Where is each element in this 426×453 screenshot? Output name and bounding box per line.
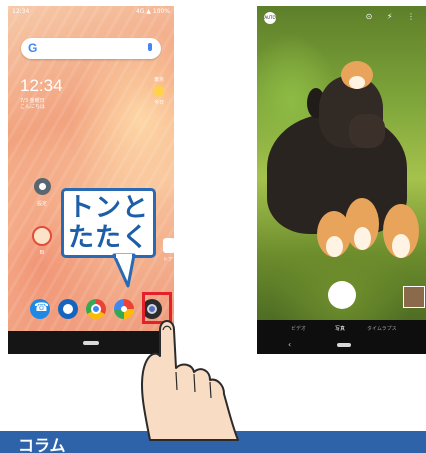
face-icon xyxy=(32,226,52,246)
navigation-bar xyxy=(8,331,174,354)
camera-highlight-box xyxy=(142,292,172,324)
camera-top-bar: AUTO ⊙ ⚡ ⋮ xyxy=(257,6,426,28)
store-label: トア xyxy=(163,257,174,263)
photos-icon[interactable] xyxy=(114,299,134,319)
clock-widget-date: 7/3 金曜日 こんにちは xyxy=(20,98,45,110)
google-search-bar[interactable]: G xyxy=(21,38,161,59)
weather-day: 今日 xyxy=(153,100,164,106)
gear-icon xyxy=(33,178,51,195)
status-bar: 12:34 4G ▲ 100% xyxy=(8,6,174,18)
kitten xyxy=(345,198,379,250)
greeting-text: こんにちは xyxy=(20,104,46,110)
store-icon xyxy=(163,238,174,253)
home-pill-button[interactable] xyxy=(337,343,351,347)
weather-location: 東京 xyxy=(153,77,164,83)
column-header: コラム xyxy=(0,431,426,453)
status-indicators: 4G ▲ 100% xyxy=(135,8,170,15)
column-title: コラム xyxy=(18,436,66,453)
last-photo-thumbnail[interactable] xyxy=(403,286,425,308)
kitten xyxy=(383,204,419,258)
status-time: 12:34 xyxy=(12,8,30,15)
google-icon: G xyxy=(28,41,38,55)
auto-mode-icon[interactable]: AUTO xyxy=(264,12,276,24)
face-app-label: BI xyxy=(39,250,45,256)
settings-app[interactable]: 設定 xyxy=(25,178,59,207)
mic-icon[interactable] xyxy=(148,43,152,51)
face-app[interactable]: BI xyxy=(25,226,59,256)
store-app[interactable]: トア xyxy=(163,238,174,263)
shutter-button[interactable] xyxy=(328,281,356,309)
home-pill-button[interactable] xyxy=(83,341,99,345)
kitten xyxy=(341,61,373,89)
callout-line-1: トンと xyxy=(67,193,149,223)
mode-photo[interactable]: 写真 xyxy=(335,325,345,332)
home-screen-phone: 12:34 4G ▲ 100% G 12:34 7/3 金曜日 こんにちは 東京… xyxy=(8,6,174,354)
navigation-bar: ‹ xyxy=(257,335,426,354)
mode-video[interactable]: ビデオ xyxy=(291,325,306,332)
mode-timelapse[interactable]: タイムラプス xyxy=(367,325,397,332)
dog-muzzle xyxy=(349,114,385,148)
tap-callout: トンと たたく xyxy=(61,188,156,258)
camera-settings-icons[interactable]: ⊙ ⚡ ⋮ xyxy=(366,12,421,21)
callout-line-2: たたく xyxy=(67,223,149,253)
camera-viewfinder xyxy=(257,6,426,320)
camera-mode-selector: ビデオ 写真 タイムラプス xyxy=(257,321,426,335)
clock-widget-time[interactable]: 12:34 xyxy=(20,76,63,96)
weather-widget[interactable]: 東京 今日 xyxy=(146,76,172,106)
message-icon[interactable] xyxy=(58,299,78,319)
camera-app-phone: AUTO ⊙ ⚡ ⋮ ビデオ 写真 タイムラプス ‹ xyxy=(257,6,426,354)
sun-icon xyxy=(154,86,164,96)
chrome-icon[interactable] xyxy=(86,299,106,319)
phone-icon[interactable] xyxy=(30,299,50,319)
settings-label: 設定 xyxy=(36,201,47,207)
back-icon[interactable]: ‹ xyxy=(288,340,291,349)
